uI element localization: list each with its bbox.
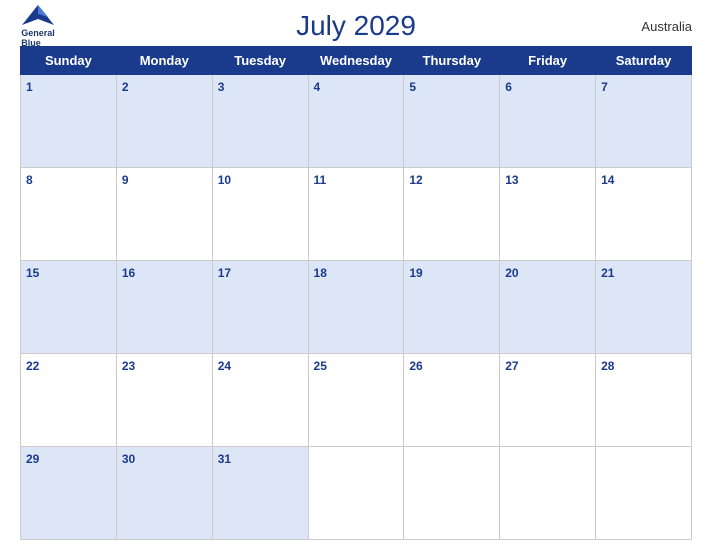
day-number: 29: [26, 452, 39, 466]
day-number: 27: [505, 359, 518, 373]
calendar-cell: 14: [596, 168, 692, 261]
calendar-week-row: 22 23 24 25 26 27 28: [21, 354, 692, 447]
calendar-cell: 25: [308, 354, 404, 447]
calendar-cell: [596, 447, 692, 540]
calendar-cell: 8: [21, 168, 117, 261]
calendar-cell: 3: [212, 75, 308, 168]
calendar-cell: 26: [404, 354, 500, 447]
calendar-cell: 6: [500, 75, 596, 168]
calendar-cell: [500, 447, 596, 540]
calendar-cell: 5: [404, 75, 500, 168]
calendar-cell: 4: [308, 75, 404, 168]
calendar-week-row: 1 2 3 4 5 6 7: [21, 75, 692, 168]
calendar-week-row: 8 9 10 11 12 13 14: [21, 168, 692, 261]
weekday-header-row: SundayMondayTuesdayWednesdayThursdayFrid…: [21, 47, 692, 75]
day-number: 30: [122, 452, 135, 466]
weekday-header-wednesday: Wednesday: [308, 47, 404, 75]
calendar-cell: 31: [212, 447, 308, 540]
weekday-header-thursday: Thursday: [404, 47, 500, 75]
logo-text: GeneralBlue: [21, 29, 55, 49]
day-number: 8: [26, 173, 33, 187]
calendar-cell: 15: [21, 261, 117, 354]
day-number: 14: [601, 173, 614, 187]
weekday-header-monday: Monday: [116, 47, 212, 75]
day-number: 19: [409, 266, 422, 280]
day-number: 9: [122, 173, 129, 187]
calendar-cell: 2: [116, 75, 212, 168]
day-number: 21: [601, 266, 614, 280]
calendar-cell: 1: [21, 75, 117, 168]
day-number: 24: [218, 359, 231, 373]
day-number: 15: [26, 266, 39, 280]
calendar-header: GeneralBlue July 2029 Australia: [20, 10, 692, 42]
day-number: 28: [601, 359, 614, 373]
calendar-cell: [308, 447, 404, 540]
calendar-cell: 29: [21, 447, 117, 540]
day-number: 2: [122, 80, 129, 94]
calendar-table: SundayMondayTuesdayWednesdayThursdayFrid…: [20, 46, 692, 540]
calendar-cell: 12: [404, 168, 500, 261]
day-number: 18: [314, 266, 327, 280]
day-number: 31: [218, 452, 231, 466]
day-number: 6: [505, 80, 512, 94]
weekday-header-tuesday: Tuesday: [212, 47, 308, 75]
day-number: 23: [122, 359, 135, 373]
day-number: 13: [505, 173, 518, 187]
calendar-cell: 11: [308, 168, 404, 261]
calendar-cell: 16: [116, 261, 212, 354]
calendar-cell: 10: [212, 168, 308, 261]
calendar-cell: 21: [596, 261, 692, 354]
country-label: Australia: [641, 19, 692, 34]
calendar-cell: 18: [308, 261, 404, 354]
calendar-cell: 30: [116, 447, 212, 540]
day-number: 5: [409, 80, 416, 94]
calendar-cell: 28: [596, 354, 692, 447]
calendar-cell: 23: [116, 354, 212, 447]
day-number: 26: [409, 359, 422, 373]
calendar-cell: 17: [212, 261, 308, 354]
calendar-cell: 20: [500, 261, 596, 354]
day-number: 1: [26, 80, 33, 94]
day-number: 7: [601, 80, 608, 94]
calendar-cell: 13: [500, 168, 596, 261]
day-number: 10: [218, 173, 231, 187]
calendar-week-row: 29 30 31: [21, 447, 692, 540]
calendar-cell: 22: [21, 354, 117, 447]
day-number: 3: [218, 80, 225, 94]
calendar-cell: 19: [404, 261, 500, 354]
day-number: 4: [314, 80, 321, 94]
calendar-cell: 7: [596, 75, 692, 168]
day-number: 11: [314, 173, 327, 187]
day-number: 12: [409, 173, 422, 187]
day-number: 16: [122, 266, 135, 280]
weekday-header-friday: Friday: [500, 47, 596, 75]
page-title: July 2029: [296, 10, 416, 42]
weekday-header-sunday: Sunday: [21, 47, 117, 75]
calendar-cell: 24: [212, 354, 308, 447]
day-number: 17: [218, 266, 231, 280]
day-number: 25: [314, 359, 327, 373]
logo: GeneralBlue: [20, 3, 56, 49]
calendar-week-row: 15 16 17 18 19 20 21: [21, 261, 692, 354]
logo-icon: [20, 3, 56, 29]
calendar-cell: [404, 447, 500, 540]
day-number: 22: [26, 359, 39, 373]
calendar-cell: 27: [500, 354, 596, 447]
calendar-cell: 9: [116, 168, 212, 261]
day-number: 20: [505, 266, 518, 280]
weekday-header-saturday: Saturday: [596, 47, 692, 75]
